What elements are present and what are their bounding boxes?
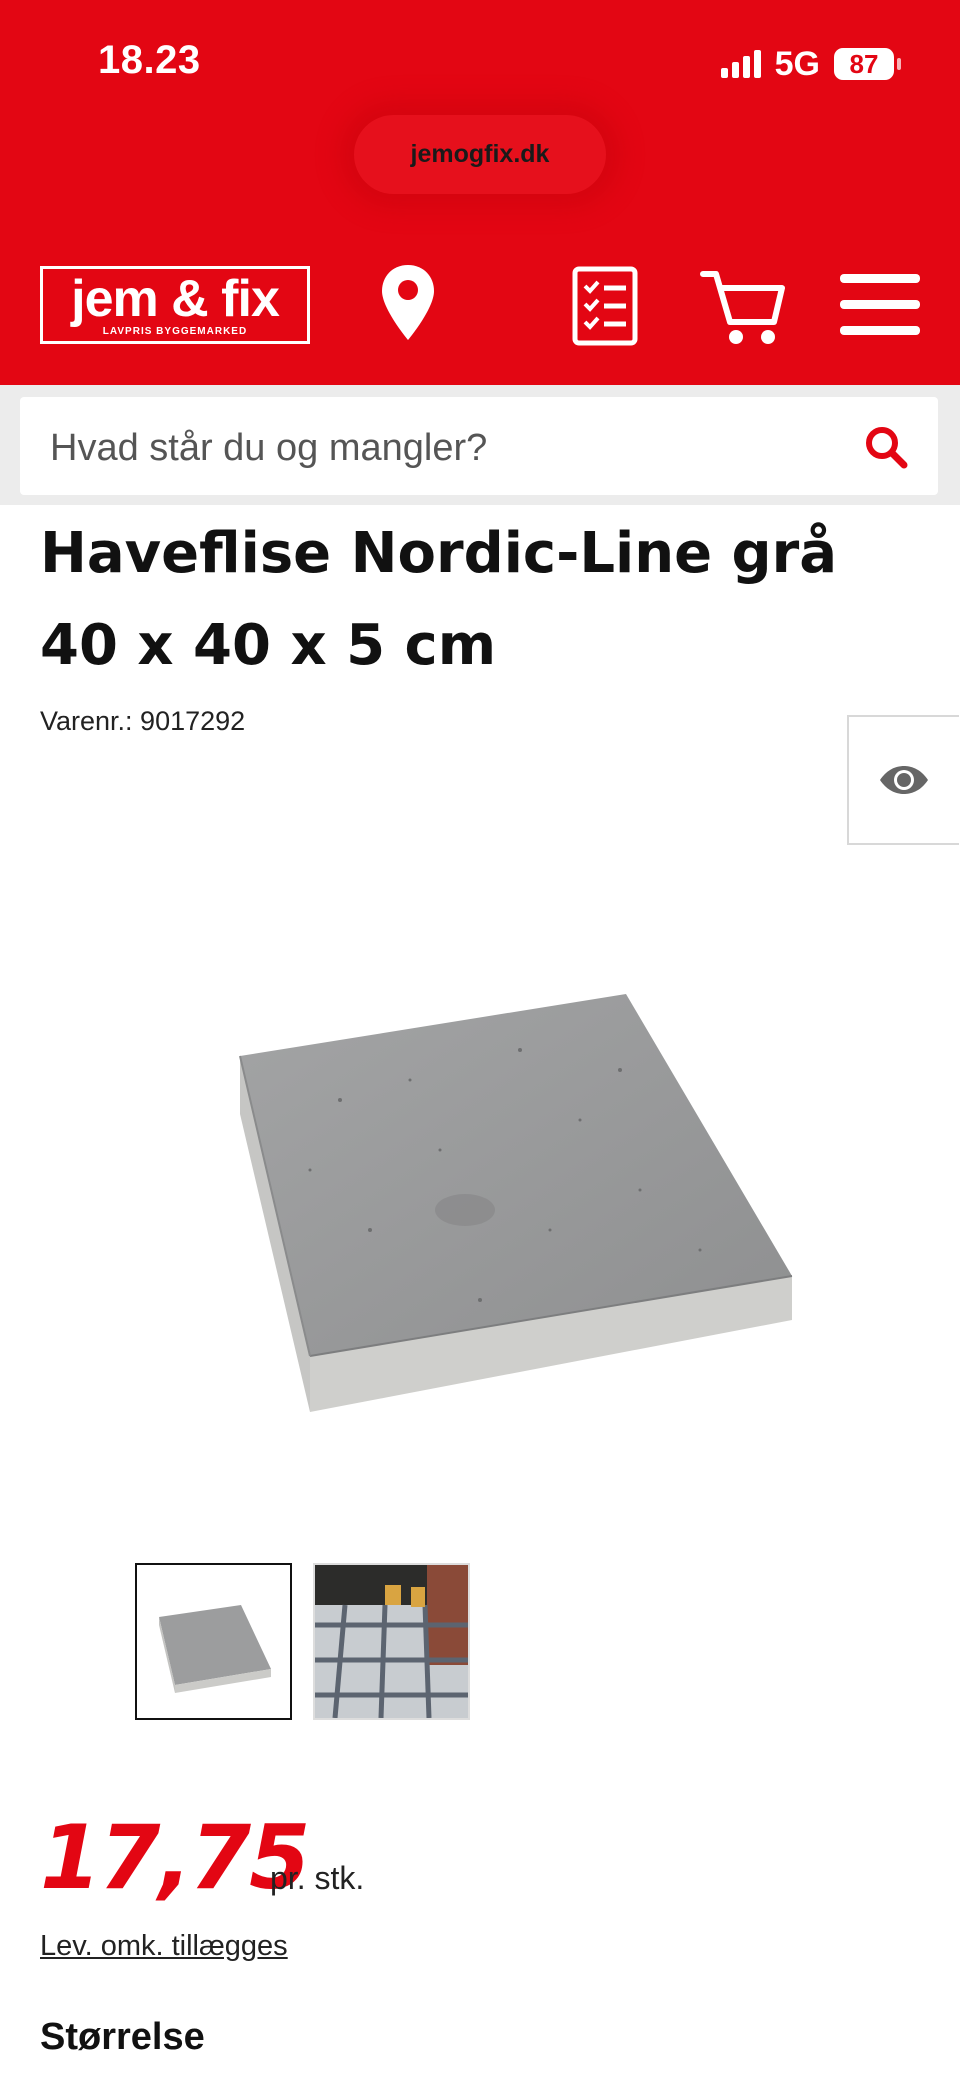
- search-placeholder: Hvad står du og mangler?: [50, 427, 488, 469]
- shopping-list-icon[interactable]: [572, 266, 638, 346]
- logo[interactable]: jem & fix LAVPRIS BYGGEMARKED: [40, 266, 310, 344]
- site-header: 18.23 5G 87 jemogfix.dk jem & fix LAVPRI…: [0, 0, 960, 385]
- thumbnail-1[interactable]: [135, 1563, 292, 1720]
- eye-icon: [880, 766, 928, 794]
- search-bar-container: Hvad står du og mangler?: [0, 385, 960, 505]
- location-pin-icon[interactable]: [378, 262, 438, 346]
- cart-icon[interactable]: [700, 268, 786, 346]
- thumbnail-2[interactable]: [313, 1563, 470, 1720]
- url-bar[interactable]: jemogfix.dk: [354, 115, 606, 194]
- price-unit: pr. stk.: [270, 1860, 365, 1896]
- logo-text: jem & fix: [71, 270, 280, 328]
- view-button[interactable]: [847, 715, 959, 845]
- battery-icon: 87: [834, 48, 901, 80]
- product-image[interactable]: [220, 970, 800, 1430]
- status-time: 18.23: [98, 38, 201, 82]
- product-title: Haveflise Nordic-Line grå 40 x 40 x 5 cm: [40, 521, 838, 678]
- thumbnail-tile-image: [159, 1605, 271, 1693]
- price: 17,75: [40, 1806, 310, 1909]
- status-indicators: 5G 87: [720, 44, 901, 84]
- thumbnail-patio-image: [315, 1565, 468, 1718]
- url-text: jemogfix.dk: [410, 140, 550, 168]
- signal-icon: [720, 50, 761, 78]
- delivery-cost-link[interactable]: Lev. omk. tillægges: [40, 1930, 288, 1963]
- menu-icon[interactable]: [840, 272, 920, 338]
- product-sku: Varenr.: 9017292: [40, 706, 246, 736]
- logo-tagline: LAVPRIS BYGGEMARKED: [102, 326, 248, 337]
- battery-level: 87: [849, 48, 879, 79]
- search-input[interactable]: Hvad står du og mangler?: [20, 397, 938, 495]
- network-type: 5G: [774, 44, 820, 83]
- search-icon[interactable]: [864, 425, 908, 469]
- size-heading: Størrelse: [40, 2016, 205, 2058]
